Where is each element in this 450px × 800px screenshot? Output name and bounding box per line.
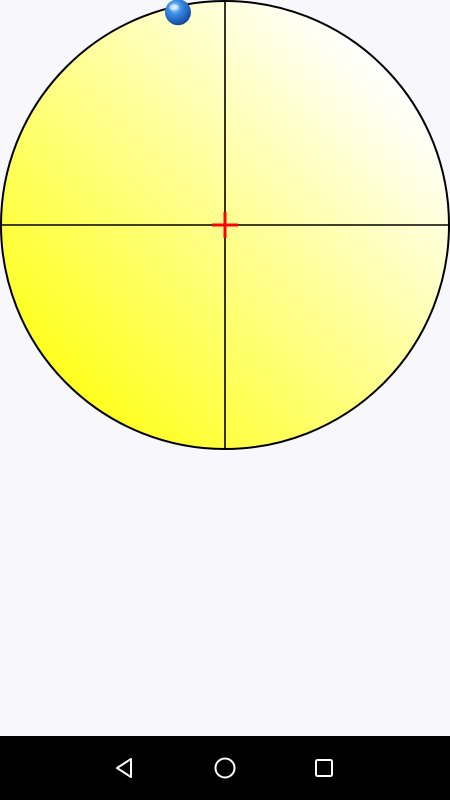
square-recents-icon (315, 759, 333, 777)
bubble-level-canvas (0, 0, 450, 450)
bubble-icon (164, 0, 191, 26)
recents-button[interactable] (292, 736, 356, 800)
triangle-back-icon (116, 758, 132, 778)
system-navigation-bar (0, 736, 450, 800)
home-button[interactable] (193, 736, 257, 800)
circle-home-icon (214, 757, 236, 779)
back-button[interactable] (93, 736, 157, 800)
app-root (0, 0, 450, 800)
